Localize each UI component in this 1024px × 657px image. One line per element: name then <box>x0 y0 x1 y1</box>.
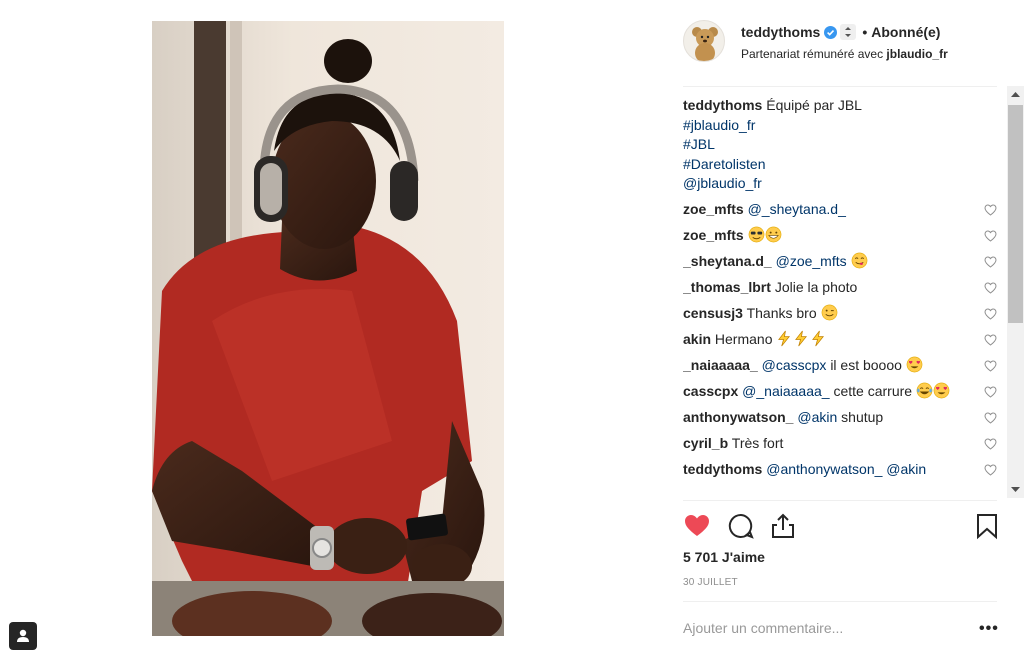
caption-tag[interactable]: #Daretolisten <box>683 155 1003 175</box>
comment-like-heart-icon[interactable] <box>984 333 997 346</box>
comments-list[interactable]: teddythoms Équipé par JBL #jblaudio_fr #… <box>683 96 1003 500</box>
comment-row: akin Hermano <box>683 327 1003 353</box>
comment-like-heart-icon[interactable] <box>984 437 997 450</box>
zap-emoji-icon <box>795 330 808 347</box>
comment-username[interactable]: _thomas_lbrt <box>683 279 771 295</box>
tagged-user-icon[interactable] <box>9 622 37 650</box>
comment-row: teddythoms @anthonywatson_ @akin <box>683 457 1003 483</box>
comment-username[interactable]: zoe_mfts <box>683 227 744 243</box>
paid-partnership-line: Partenariat rémunéré avec jblaudio_fr <box>741 47 948 61</box>
likes-count[interactable]: 5 701 J'aime <box>683 549 765 565</box>
comment-row: anthonywatson_ @akin shutup <box>683 405 1003 431</box>
add-comment-divider <box>683 601 997 602</box>
comment-like-heart-icon[interactable] <box>984 463 997 476</box>
more-options-button[interactable]: ••• <box>979 620 999 638</box>
comment-mention[interactable]: @anthonywatson_ @akin <box>766 461 926 477</box>
caption-tag[interactable]: @jblaudio_fr <box>683 174 1003 194</box>
caption-username[interactable]: teddythoms <box>683 97 762 113</box>
wink-face-emoji-icon <box>821 304 837 321</box>
action-bar <box>683 508 1003 544</box>
comment-username[interactable]: casscpx <box>683 383 738 399</box>
comment-username[interactable]: akin <box>683 331 711 347</box>
comment-like-heart-icon[interactable] <box>984 203 997 216</box>
grin-face-emoji-icon <box>765 226 781 243</box>
comment-like-heart-icon[interactable] <box>984 281 997 294</box>
caption-tag[interactable]: #jblaudio_fr <box>683 116 1003 136</box>
post-header: teddythoms • Abonné(e) Partenariat rémun… <box>683 18 1003 68</box>
comments-divider <box>683 500 997 501</box>
comment-username[interactable]: teddythoms <box>683 461 762 477</box>
post-caption: teddythoms Équipé par JBL #jblaudio_fr #… <box>683 96 1003 194</box>
comment-text: cette carrure <box>833 383 913 399</box>
comment-row: _naiaaaaa_ @casscpx il est boooo <box>683 353 1003 379</box>
yum-face-emoji-icon <box>851 252 867 269</box>
comment-row: _thomas_lbrt Jolie la photo <box>683 275 1003 301</box>
comment-like-heart-icon[interactable] <box>984 385 997 398</box>
comment-like-heart-icon[interactable] <box>984 229 997 242</box>
comment-row: zoe_mfts <box>683 223 1003 249</box>
photo-image <box>152 21 504 636</box>
comment-username[interactable]: _sheytana.d_ <box>683 253 772 269</box>
comment-like-heart-icon[interactable] <box>984 255 997 268</box>
comment-mention[interactable]: @casscpx <box>762 357 827 373</box>
zap-emoji-icon <box>812 330 825 347</box>
instagram-post-page: teddythoms • Abonné(e) Partenariat rémun… <box>0 0 1024 657</box>
comment-row: zoe_mfts @_sheytana.d_ <box>683 197 1003 223</box>
comment-mention[interactable]: @zoe_mfts <box>776 253 847 269</box>
header-divider <box>683 86 997 87</box>
partner-link[interactable]: jblaudio_fr <box>886 47 947 61</box>
comment-mention[interactable]: @akin <box>797 409 837 425</box>
comment-row: cyril_b Très fort <box>683 431 1003 457</box>
comment-rows: zoe_mfts @_sheytana.d_ zoe_mfts _sheytan… <box>683 197 1003 483</box>
caption-text: Équipé par JBL <box>766 97 862 113</box>
partner-prefix: Partenariat rémunéré avec <box>741 47 884 61</box>
comment-username[interactable]: zoe_mfts <box>683 201 744 217</box>
heart-eyes-emoji-icon <box>933 382 950 399</box>
comment-text: Hermano <box>714 331 773 347</box>
post-username[interactable]: teddythoms <box>741 24 820 40</box>
zap-emoji-icon <box>778 330 791 347</box>
header-user-line: teddythoms • Abonné(e) <box>741 24 940 40</box>
follow-status-button[interactable]: Abonné(e) <box>871 24 940 40</box>
save-bookmark-icon[interactable] <box>973 512 1001 540</box>
comment-row: censusj3 Thanks bro <box>683 301 1003 327</box>
avatar[interactable] <box>683 20 725 62</box>
comment-username[interactable]: censusj3 <box>683 305 743 321</box>
comment-mention[interactable]: @_naiaaaaa_ <box>742 383 829 399</box>
like-heart-icon[interactable] <box>683 512 711 540</box>
cool-face-emoji-icon <box>748 226 764 243</box>
comment-username[interactable]: _naiaaaaa_ <box>683 357 758 373</box>
caption-tag[interactable]: #JBL <box>683 135 1003 155</box>
account-switch-icon[interactable] <box>840 24 857 40</box>
share-icon[interactable] <box>769 512 797 540</box>
comment-mention[interactable]: @_sheytana.d_ <box>748 201 846 217</box>
scrollbar-thumb[interactable] <box>1008 105 1023 323</box>
add-comment-input[interactable]: Ajouter un commentaire... <box>683 620 843 636</box>
comment-like-heart-icon[interactable] <box>984 307 997 320</box>
comment-username[interactable]: cyril_b <box>683 435 728 451</box>
comment-like-heart-icon[interactable] <box>984 411 997 424</box>
scroll-up-arrow-icon[interactable] <box>1007 86 1024 103</box>
comment-row: casscpx @_naiaaaaa_ cette carrure <box>683 379 1003 405</box>
post-sidebar: teddythoms • Abonné(e) Partenariat rémun… <box>669 0 1024 657</box>
comment-text: Jolie la photo <box>774 279 858 295</box>
teddy-bear-avatar-icon <box>692 27 718 61</box>
post-photo[interactable] <box>152 21 504 636</box>
verified-badge-icon <box>824 25 838 39</box>
comment-text: shutup <box>841 409 884 425</box>
post-date[interactable]: 30 JUILLET <box>683 577 738 588</box>
comment-username[interactable]: anthonywatson_ <box>683 409 793 425</box>
heart-eyes-emoji-icon <box>906 356 923 373</box>
comments-scrollbar[interactable] <box>1007 86 1024 498</box>
laugh-cry-emoji-icon <box>916 382 933 399</box>
separator-dot: • <box>862 24 868 40</box>
comment-row: _sheytana.d_ @zoe_mfts <box>683 249 1003 275</box>
comment-text: Très fort <box>731 435 784 451</box>
comment-text: il est boooo <box>830 357 902 373</box>
comment-text: Thanks bro <box>746 305 817 321</box>
comment-like-heart-icon[interactable] <box>984 359 997 372</box>
comment-icon[interactable] <box>727 512 755 540</box>
scroll-down-arrow-icon[interactable] <box>1007 481 1024 498</box>
